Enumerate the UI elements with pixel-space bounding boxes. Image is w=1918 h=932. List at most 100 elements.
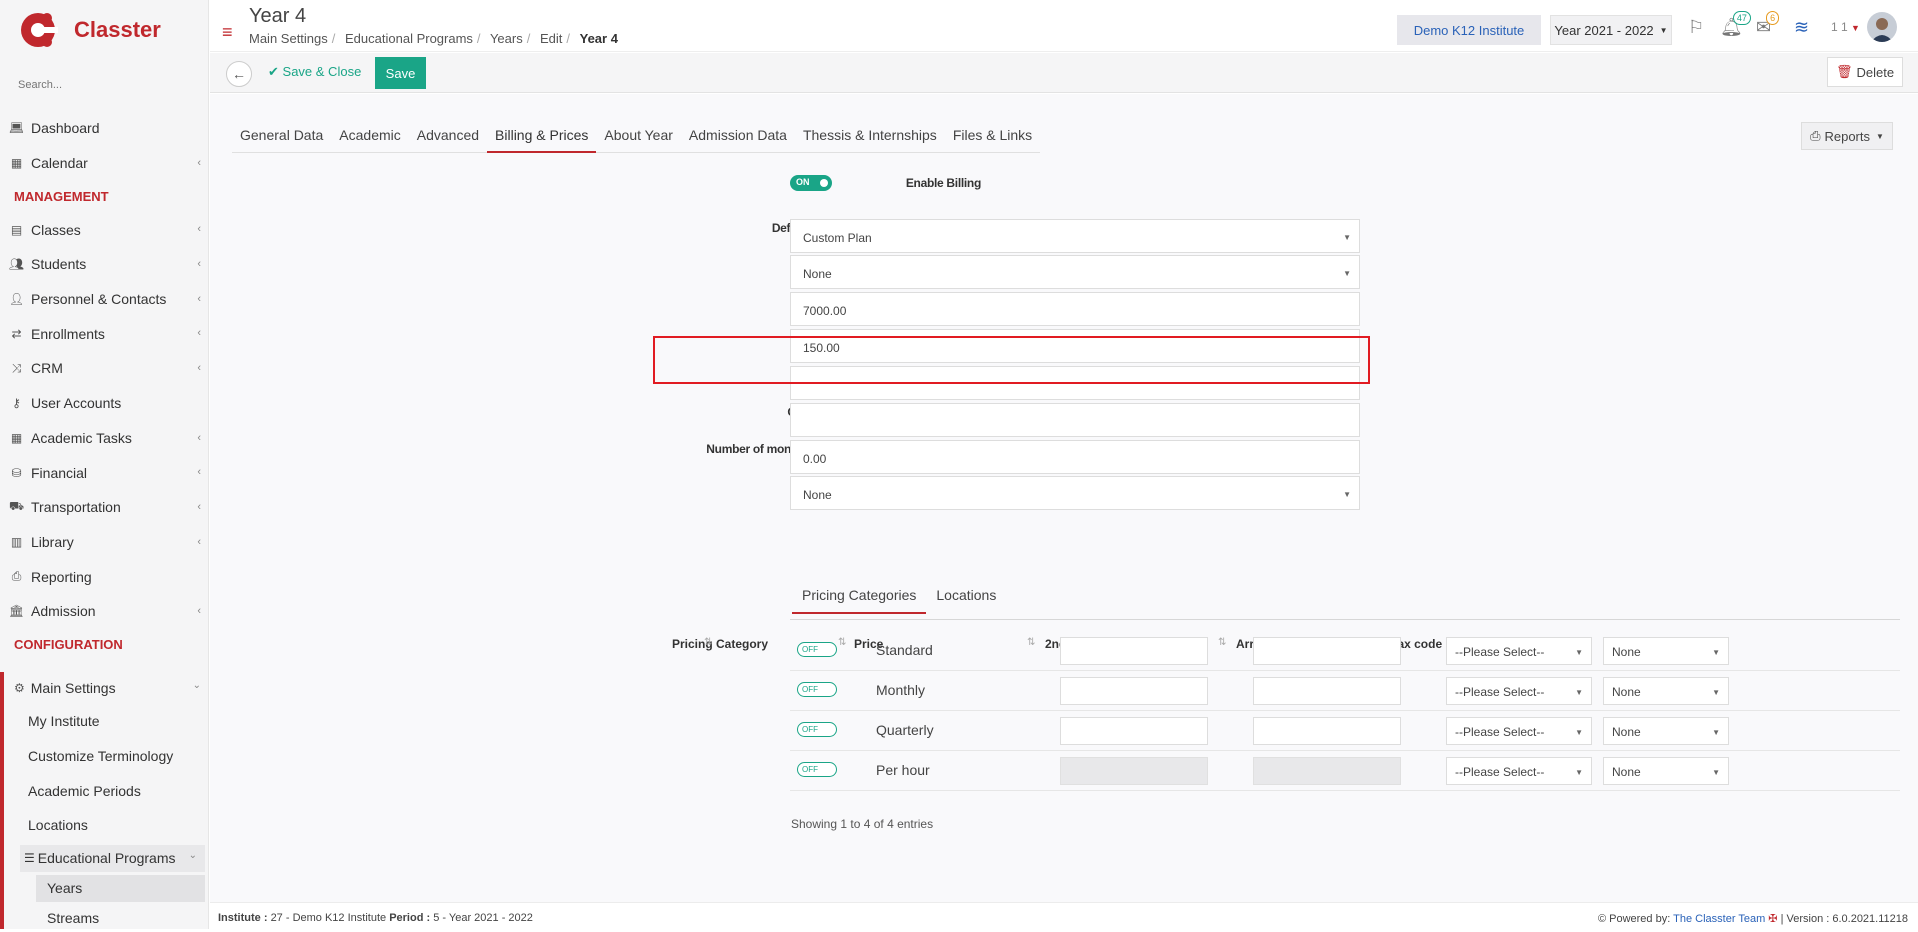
second-price-input[interactable] <box>1253 717 1401 745</box>
row-toggle[interactable]: OFF <box>797 682 837 697</box>
chevron-left-icon: ‹ <box>197 500 201 513</box>
select-field[interactable]: None ▼ <box>790 255 1360 289</box>
bell-icon[interactable]: 🔔︎ 47 <box>1720 11 1751 38</box>
envelope-icon[interactable]: ✉ 6 <box>1756 11 1780 38</box>
subtab-pricing-categories[interactable]: Pricing Categories <box>792 582 927 614</box>
sidebar-item-dashboard[interactable]: 💻︎ Dashboard <box>0 111 209 146</box>
classter-team-link[interactable]: The Classter Team <box>1673 913 1765 925</box>
sidebar-item-classes[interactable]: ▤ Classes ‹ <box>0 212 209 247</box>
arrangement-plan-select[interactable]: --Please Select-- ▼ <box>1446 637 1592 665</box>
sidebar-item-crm[interactable]: ⤨ CRM ‹ <box>0 351 209 386</box>
sidebar-item-academic-tasks[interactable]: ▦ Academic Tasks ‹ <box>0 421 209 456</box>
arrangement-plan-select[interactable]: --Please Select-- ▼ <box>1446 677 1592 705</box>
arrangement-plan-select[interactable]: --Please Select-- ▼ <box>1446 757 1592 785</box>
tax-code-select[interactable]: None ▼ <box>1603 717 1729 745</box>
arrangement-plan-select[interactable]: --Please Select-- ▼ <box>1446 717 1592 745</box>
sidebar-item-streams[interactable]: Streams <box>36 905 209 932</box>
sidebar-item-library[interactable]: ▥ Library ‹ <box>0 525 209 560</box>
avatar[interactable] <box>1867 12 1897 42</box>
price-input[interactable] <box>1060 717 1208 745</box>
text-field[interactable] <box>790 403 1360 437</box>
chevron-left-icon: ‹ <box>197 258 201 271</box>
enable-billing-toggle[interactable]: ON <box>790 175 832 191</box>
sidebar-item-reporting[interactable]: ⎙ Reporting <box>0 559 209 594</box>
row-toggle[interactable]: OFF <box>797 722 837 737</box>
select-field[interactable]: None ▼ <box>790 476 1360 510</box>
column-header[interactable]: Pricing Category <box>672 637 768 651</box>
sidebar-item-label: Calendar <box>31 155 88 172</box>
save-button[interactable]: Save <box>375 57 426 89</box>
institute-button[interactable]: Demo K12 Institute <box>1397 15 1541 45</box>
sidebar-item-label: Enrollments <box>31 325 105 342</box>
breadcrumb-item[interactable]: Edit <box>540 31 562 46</box>
sidebar-item-academic-periods[interactable]: Academic Periods <box>4 773 209 808</box>
sidebar-item-years[interactable]: Years <box>36 874 205 902</box>
tab-general-data[interactable]: General Data <box>232 122 331 153</box>
tab-thessis-internships[interactable]: Thessis & Internships <box>795 122 945 153</box>
breadcrumb-item[interactable]: Main Settings <box>249 31 328 46</box>
subtab-locations[interactable]: Locations <box>926 582 1006 614</box>
settings-sliders-icon: ⚙ <box>14 681 25 695</box>
pricing-category: Standard <box>876 642 933 658</box>
footer: Institute : 27 - Demo K12 Institute Peri… <box>210 902 1918 929</box>
sidebar-item-label: Reporting <box>31 568 92 585</box>
select-field[interactable]: Custom Plan ▼ <box>790 219 1360 253</box>
table-row: OFF Quarterly --Please Select-- ▼ None ▼ <box>790 711 1900 751</box>
pricing-category: Per hour <box>876 762 930 778</box>
reports-button[interactable]: ⎙ Reports ▼ <box>1801 122 1893 150</box>
tab-files-links[interactable]: Files & Links <box>945 122 1040 153</box>
caret-down-icon: ▼ <box>1712 648 1720 657</box>
tax-code-select[interactable]: None ▼ <box>1603 757 1729 785</box>
row-toggle[interactable]: OFF <box>797 642 837 657</box>
tab-billing-prices[interactable]: Billing & Prices <box>487 122 597 153</box>
sidebar-item-calendar[interactable]: ▦ Calendar ‹ <box>0 146 209 181</box>
delete-button[interactable]: 🗑︎ Delete <box>1827 57 1903 87</box>
sidebar-item-educational-programs[interactable]: ☰ Educational Programs ⌄ <box>20 844 205 872</box>
sidebar-item-my-institute[interactable]: My Institute <box>4 704 209 739</box>
tax-code-select[interactable]: None ▼ <box>1603 637 1729 665</box>
flag-icon[interactable]: ⚐ <box>1688 17 1704 38</box>
sidebar-item-locations[interactable]: Locations <box>4 808 209 843</box>
sidebar-item-label: Main Settings <box>30 680 116 696</box>
sort-icon[interactable]: ⇅ <box>704 637 712 648</box>
menu-toggle-icon[interactable]: ≡ <box>222 22 233 43</box>
sidebar-item-user-accounts[interactable]: ⚷ User Accounts <box>0 386 209 421</box>
user-counter[interactable]: 1 1 ▼ <box>1831 20 1860 34</box>
key-icon: ⚷ <box>12 396 21 411</box>
tab-advanced[interactable]: Advanced <box>409 122 487 153</box>
row-toggle[interactable]: OFF <box>797 762 837 777</box>
sidebar-item-admission[interactable]: 🏛︎ Admission ‹ <box>0 594 209 629</box>
sidebar-item-enrollments[interactable]: ⇄ Enrollments ‹ <box>0 316 209 351</box>
year-selector[interactable]: Year 2021 - 2022 ▼ <box>1550 15 1672 45</box>
caret-down-icon: ▼ <box>1712 688 1720 697</box>
bus-icon: ⛟ <box>8 499 25 514</box>
layers-icon[interactable]: ≋ <box>1794 17 1809 38</box>
second-price-input[interactable] <box>1253 677 1401 705</box>
search-input[interactable] <box>10 72 192 98</box>
tax-code-select[interactable]: None ▼ <box>1603 677 1729 705</box>
caret-down-icon: ▼ <box>1575 768 1583 777</box>
sidebar-item-customize-terminology[interactable]: Customize Terminology <box>4 739 209 774</box>
tab-academic[interactable]: Academic <box>331 122 408 153</box>
caret-down-icon: ▼ <box>1876 131 1884 141</box>
breadcrumb-item[interactable]: Educational Programs <box>345 31 473 46</box>
form-row: Number of months for franchisees fees ca… <box>210 440 1360 474</box>
price-input[interactable] <box>1060 637 1208 665</box>
price-input[interactable] <box>1060 677 1208 705</box>
sidebar-item-students[interactable]: 👥︎ Students ‹ <box>0 247 209 282</box>
brand-logo[interactable]: Classter <box>18 10 161 50</box>
sidebar-item-financial[interactable]: ⛁ Financial ‹ <box>0 455 209 490</box>
sidebar-item-main-settings[interactable]: ⚙ Main Settings ⌄ <box>4 672 209 704</box>
save-close-button[interactable]: ✔ Save & Close <box>268 64 361 80</box>
back-button[interactable]: ← <box>226 61 252 87</box>
sidebar-item-personnel-contacts[interactable]: 👤︎ Personnel & Contacts ‹ <box>0 282 209 317</box>
tab-about-year[interactable]: About Year <box>596 122 681 153</box>
text-field[interactable]: 7000.00 <box>790 292 1360 326</box>
second-price-input[interactable] <box>1253 637 1401 665</box>
text-field[interactable]: 0.00 <box>790 440 1360 474</box>
chevron-left-icon: ‹ <box>197 327 201 340</box>
sidebar-item-transportation[interactable]: ⛟ Transportation ‹ <box>0 490 209 525</box>
caret-down-icon: ▼ <box>1575 648 1583 657</box>
breadcrumb-item[interactable]: Years <box>490 31 523 46</box>
tab-admission-data[interactable]: Admission Data <box>681 122 795 153</box>
